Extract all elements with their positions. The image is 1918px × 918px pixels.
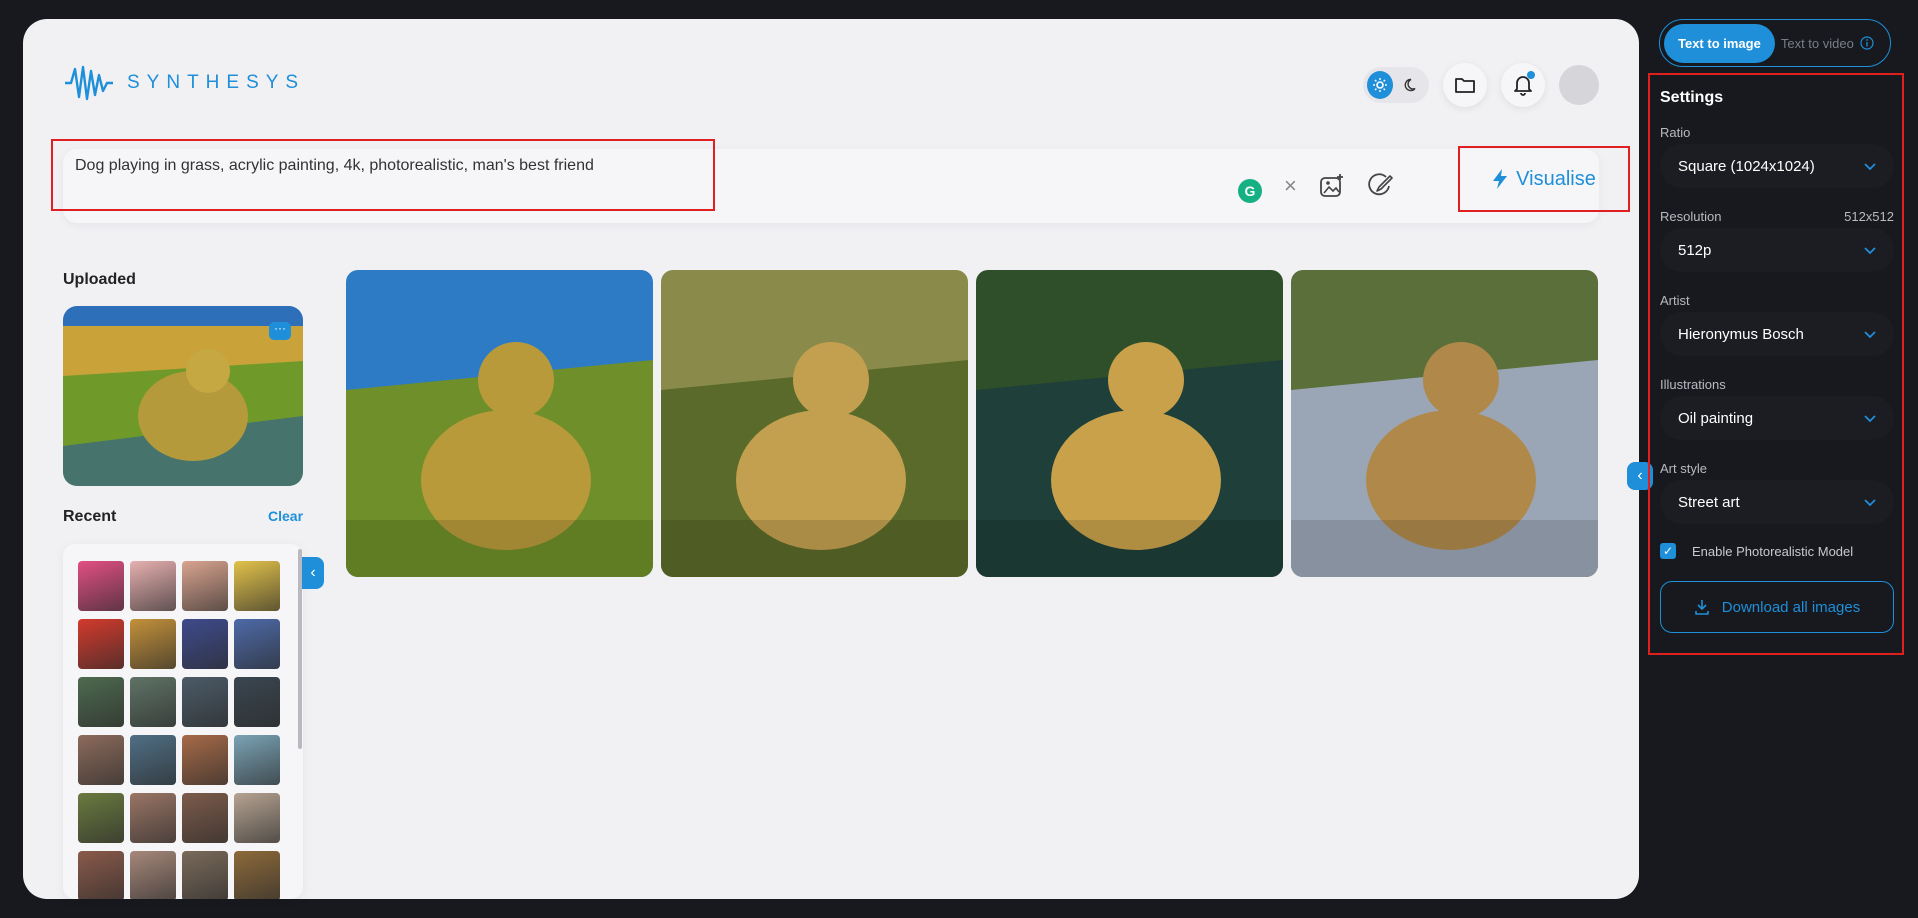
chevron-left-icon: ‹ — [1637, 467, 1643, 484]
tab-text-to-video-label: Text to video — [1780, 35, 1854, 51]
recent-thumbnail[interactable] — [234, 561, 280, 611]
photorealistic-label: Enable Photorealistic Model — [1692, 543, 1854, 559]
prompt-text: Dog playing in grass, acrylic painting, … — [75, 157, 594, 174]
resolution-select[interactable]: 512p — [1660, 228, 1894, 272]
grammarly-icon[interactable]: G — [1238, 179, 1262, 203]
download-all-label: Download all images — [1721, 598, 1861, 616]
download-icon — [1694, 600, 1709, 615]
recent-thumbnail[interactable] — [234, 851, 280, 899]
recent-thumbnail[interactable] — [78, 677, 124, 727]
main-panel: SYNTHESYS Dog playing in grass, acrylic … — [23, 19, 1639, 899]
photorealistic-toggle[interactable]: ✓ Enable Photorealistic Model — [1660, 543, 1853, 559]
recent-thumbnail[interactable] — [130, 735, 176, 785]
recent-thumbnail[interactable] — [78, 735, 124, 785]
mode-switch: Text to image Text to video — [1659, 19, 1891, 67]
recent-panel — [63, 544, 303, 899]
chevron-down-icon — [1864, 242, 1876, 259]
collapse-left-panel-button[interactable]: ‹ — [302, 557, 324, 589]
illustrations-label: Illustrations — [1660, 377, 1726, 392]
recent-thumbnail[interactable] — [78, 561, 124, 611]
avatar[interactable] — [1559, 65, 1599, 105]
header-controls — [1363, 63, 1599, 107]
tab-text-to-image[interactable]: Text to image — [1664, 23, 1775, 63]
chevron-down-icon — [1864, 158, 1876, 175]
soundwave-logo-icon — [65, 65, 113, 101]
lightning-icon — [1493, 169, 1508, 189]
resolution-hint: 512x512 — [1844, 209, 1894, 224]
chevron-down-icon — [1864, 326, 1876, 343]
recent-thumbnail[interactable] — [234, 677, 280, 727]
recent-thumbnail[interactable] — [78, 619, 124, 669]
recent-thumbnail[interactable] — [182, 735, 228, 785]
illustrations-select[interactable]: Oil painting — [1660, 396, 1894, 440]
ratio-label: Ratio — [1660, 125, 1691, 140]
recent-thumbnail[interactable] — [130, 677, 176, 727]
prompt-bar: Dog playing in grass, acrylic painting, … — [51, 139, 1630, 223]
logo[interactable]: SYNTHESYS — [63, 63, 305, 103]
recent-thumbnail[interactable] — [182, 561, 228, 611]
settings-title: Settings — [1660, 89, 1724, 106]
recent-thumbnail[interactable] — [182, 619, 228, 669]
visualise-button[interactable]: Visualise — [1458, 146, 1630, 212]
notifications-button[interactable] — [1501, 63, 1545, 107]
photorealistic-checkbox[interactable]: ✓ — [1660, 543, 1676, 559]
recent-thumbnail[interactable] — [234, 793, 280, 843]
recent-thumbnail[interactable] — [130, 561, 176, 611]
more-options-button[interactable]: ··· — [269, 322, 291, 340]
add-image-icon[interactable] — [1319, 173, 1345, 199]
chevron-left-icon: ‹ — [310, 564, 316, 581]
generated-image-4[interactable] — [1291, 270, 1598, 577]
ratio-value: Square (1024x1024) — [1678, 157, 1815, 175]
uploaded-title: Uploaded — [63, 271, 136, 288]
recent-thumbnail[interactable] — [234, 735, 280, 785]
edit-brush-icon[interactable] — [1367, 173, 1393, 199]
clear-prompt-button[interactable]: × — [1284, 173, 1297, 199]
illustrations-value: Oil painting — [1678, 409, 1754, 427]
recent-thumbnail[interactable] — [182, 677, 228, 727]
theme-toggle[interactable] — [1363, 67, 1429, 103]
prompt-tools: G × — [1238, 169, 1393, 203]
generated-gallery — [346, 270, 1598, 577]
generated-image-1[interactable] — [346, 270, 653, 577]
artist-value: Hieronymus Bosch — [1678, 325, 1804, 343]
download-all-button[interactable]: Download all images — [1660, 581, 1894, 633]
art-style-label: Art style — [1660, 461, 1707, 476]
generated-image-2[interactable] — [661, 270, 968, 577]
prompt-input[interactable]: Dog playing in grass, acrylic painting, … — [51, 139, 715, 211]
moon-icon[interactable] — [1399, 71, 1425, 99]
info-icon[interactable] — [1860, 36, 1874, 50]
artist-label: Artist — [1660, 293, 1690, 308]
chevron-down-icon — [1864, 410, 1876, 427]
uploaded-image[interactable]: ··· — [63, 306, 303, 486]
recent-thumbnail[interactable] — [78, 851, 124, 899]
ratio-select[interactable]: Square (1024x1024) — [1660, 144, 1894, 188]
resolution-label: Resolution — [1660, 209, 1722, 224]
recent-thumbnail[interactable] — [130, 619, 176, 669]
resolution-value: 512p — [1678, 241, 1712, 259]
notification-dot — [1527, 71, 1535, 79]
recent-thumbnail[interactable] — [130, 851, 176, 899]
sun-icon[interactable] — [1367, 71, 1393, 99]
recent-thumbnail[interactable] — [182, 793, 228, 843]
recent-thumbnail[interactable] — [130, 793, 176, 843]
chevron-down-icon — [1864, 494, 1876, 511]
folder-icon — [1455, 78, 1475, 93]
artist-select[interactable]: Hieronymus Bosch — [1660, 312, 1894, 356]
art-style-select[interactable]: Street art — [1660, 480, 1894, 524]
recent-thumbnail[interactable] — [182, 851, 228, 899]
recent-title: Recent — [63, 508, 117, 525]
tab-text-to-video[interactable]: Text to video — [1781, 36, 1874, 51]
recent-thumbnail[interactable] — [234, 619, 280, 669]
clear-recent-link[interactable]: Clear — [268, 508, 303, 524]
recent-grid — [78, 561, 280, 899]
folder-button[interactable] — [1443, 63, 1487, 107]
visualise-label: Visualise — [1516, 167, 1596, 190]
art-style-value: Street art — [1678, 493, 1740, 511]
generated-image-3[interactable] — [976, 270, 1283, 577]
recent-thumbnail[interactable] — [78, 793, 124, 843]
settings-panel: Settings Ratio Square (1024x1024) Resolu… — [1648, 73, 1904, 655]
brand-name: SYNTHESYS — [127, 72, 306, 93]
